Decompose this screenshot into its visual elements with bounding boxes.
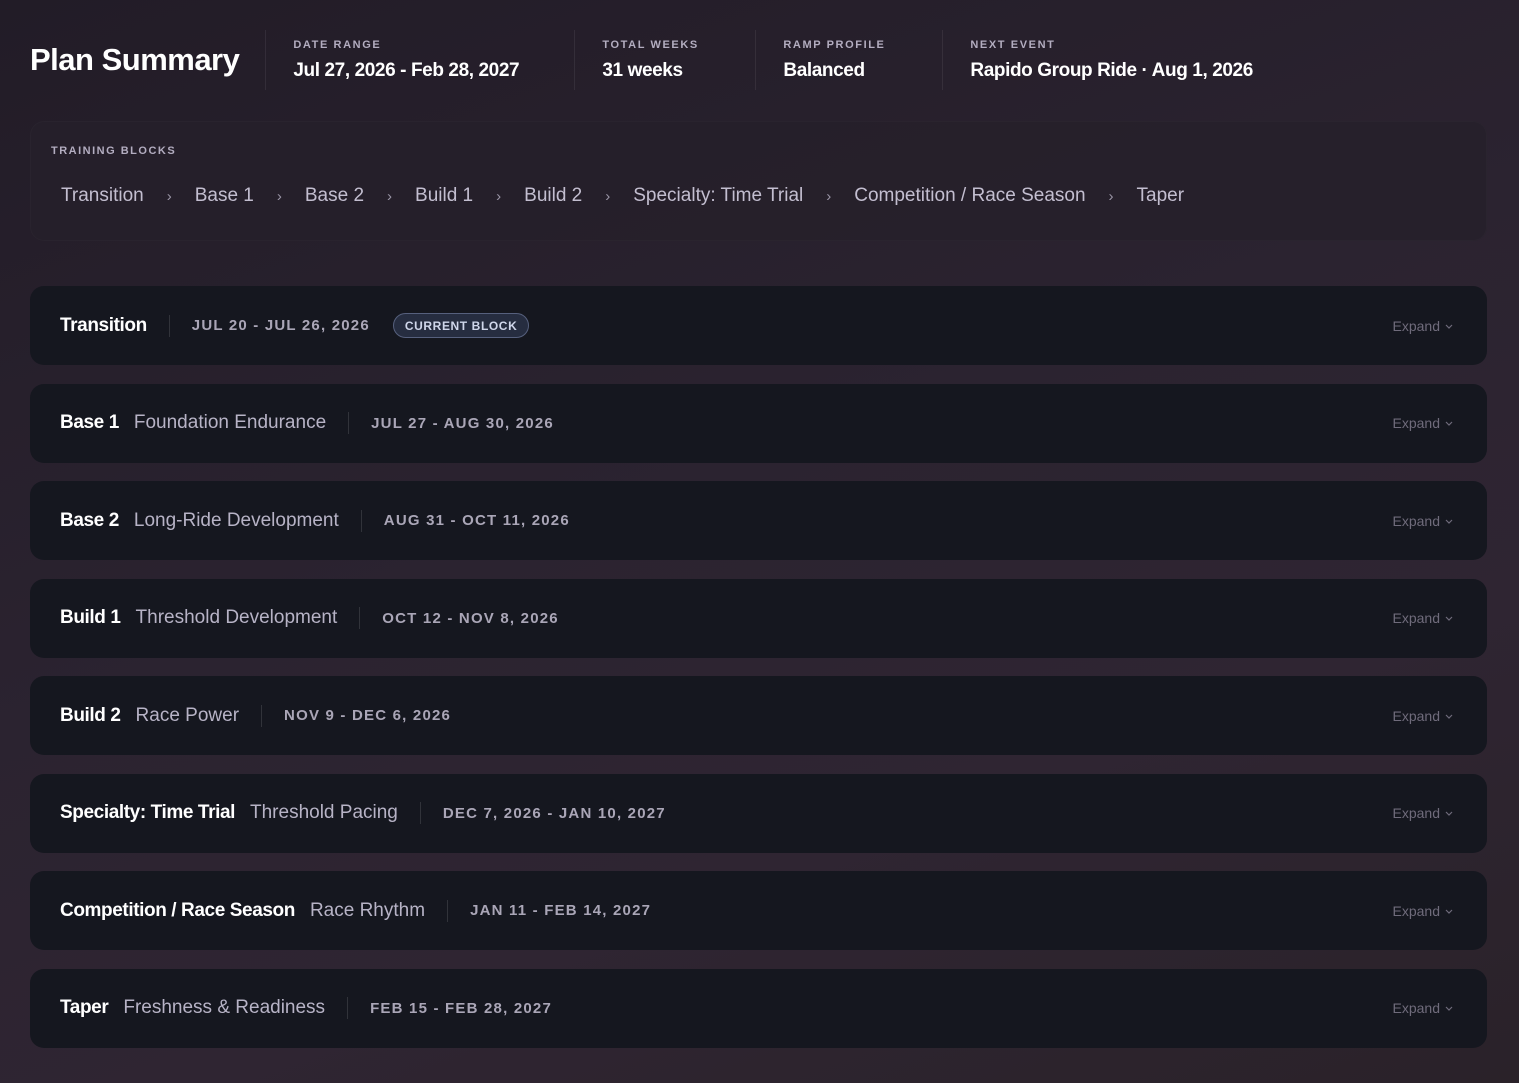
phase-subtitle: Race Power bbox=[135, 704, 240, 726]
stat-total-weeks: TOTAL WEEKS 31 weeks bbox=[574, 30, 728, 90]
stat-ramp-profile: RAMP PROFILE Balanced bbox=[755, 30, 915, 90]
phase-dates: FEB 15 - FEB 28, 2027 bbox=[370, 999, 553, 1017]
expand-button[interactable]: Expand bbox=[1393, 1000, 1454, 1016]
phase-name: Base 1 bbox=[60, 412, 119, 433]
phase-dates: NOV 9 - DEC 6, 2026 bbox=[284, 707, 452, 724]
chevron-right-icon: › bbox=[826, 187, 832, 205]
breadcrumb-item[interactable]: Base 1 bbox=[195, 185, 254, 207]
phase-name: Base 2 bbox=[60, 509, 119, 531]
stat-label: NEXT EVENT bbox=[970, 39, 1056, 51]
chevron-right-icon: › bbox=[605, 187, 611, 205]
page-title: Plan Summary bbox=[30, 42, 240, 77]
phase-name: Specialty: Time Trial bbox=[60, 802, 235, 823]
expand-button[interactable]: Expand bbox=[1393, 610, 1454, 626]
phase-subtitle: Foundation Endurance bbox=[133, 412, 327, 433]
expand-label: Expand bbox=[1392, 707, 1440, 724]
breadcrumb-item[interactable]: Competition / Race Season bbox=[854, 185, 1085, 207]
phase-dates: JAN 11 - FEB 14, 2027 bbox=[470, 902, 652, 919]
stat-value: 31 weeks bbox=[602, 60, 683, 81]
plan-summary-header: Plan Summary DATE RANGE Jul 27, 2026 - F… bbox=[30, 30, 1253, 90]
phase-row-specialty-time-trial[interactable]: Specialty: Time Trial Threshold Pacing D… bbox=[30, 773, 1487, 853]
training-blocks-breadcrumb: Transition › Base 1 › Base 2 › Build 1 ›… bbox=[61, 185, 1184, 207]
expand-button[interactable]: Expand bbox=[1393, 513, 1454, 529]
expand-label: Expand bbox=[1392, 415, 1440, 431]
divider bbox=[360, 509, 362, 532]
stat-value: Balanced bbox=[783, 60, 865, 81]
training-blocks-label: TRAINING BLOCKS bbox=[51, 145, 177, 157]
phase-row-taper[interactable]: Taper Freshness & Readiness FEB 15 - FEB… bbox=[30, 968, 1487, 1048]
breadcrumb-item[interactable]: Build 1 bbox=[415, 185, 473, 207]
phase-dates: JUL 27 - AUG 30, 2026 bbox=[371, 414, 554, 432]
divider bbox=[359, 607, 361, 629]
chevron-down-icon bbox=[1445, 324, 1453, 329]
stat-value: Jul 27, 2026 - Feb 28, 2027 bbox=[293, 60, 520, 81]
phase-dates: DEC 7, 2026 - JAN 10, 2027 bbox=[442, 804, 666, 822]
divider bbox=[168, 314, 170, 337]
expand-button[interactable]: Expand bbox=[1393, 415, 1454, 431]
phase-row-base-2[interactable]: Base 2 Long-Ride Development AUG 31 - OC… bbox=[30, 481, 1487, 560]
divider bbox=[447, 899, 449, 922]
expand-label: Expand bbox=[1392, 805, 1440, 821]
expand-label: Expand bbox=[1392, 512, 1440, 529]
chevron-down-icon bbox=[1445, 714, 1453, 719]
phase-row-build-1[interactable]: Build 1 Threshold Development OCT 12 - N… bbox=[30, 578, 1487, 658]
chevron-right-icon: › bbox=[496, 187, 502, 205]
phase-name: Build 2 bbox=[60, 704, 121, 726]
divider bbox=[348, 412, 350, 434]
phase-dates: AUG 31 - OCT 11, 2026 bbox=[383, 512, 570, 529]
expand-label: Expand bbox=[1392, 902, 1440, 919]
chevron-down-icon bbox=[1445, 1006, 1453, 1011]
phase-name: Transition bbox=[60, 314, 147, 336]
phase-name: Build 1 bbox=[60, 607, 121, 628]
current-block-badge: CURRENT BLOCK bbox=[392, 313, 530, 338]
stat-date-range: DATE RANGE Jul 27, 2026 - Feb 28, 2027 bbox=[265, 30, 547, 90]
divider bbox=[261, 704, 263, 727]
phase-row-base-1[interactable]: Base 1 Foundation Endurance JUL 27 - AUG… bbox=[30, 383, 1487, 463]
phase-row-transition[interactable]: Transition JUL 20 - JUL 26, 2026 CURRENT… bbox=[30, 286, 1487, 365]
divider bbox=[419, 802, 421, 824]
expand-button[interactable]: Expand bbox=[1393, 318, 1454, 334]
expand-button[interactable]: Expand bbox=[1393, 708, 1454, 724]
stat-next-event: NEXT EVENT Rapido Group Ride · Aug 1, 20… bbox=[942, 30, 1253, 90]
expand-label: Expand bbox=[1392, 610, 1440, 626]
chevron-right-icon: › bbox=[276, 187, 282, 205]
phase-row-build-2[interactable]: Build 2 Race Power NOV 9 - DEC 6, 2026 E… bbox=[30, 676, 1487, 755]
phase-row-competition[interactable]: Competition / Race Season Race Rhythm JA… bbox=[30, 871, 1487, 950]
phase-subtitle: Threshold Development bbox=[135, 607, 338, 628]
stat-label: RAMP PROFILE bbox=[783, 39, 886, 51]
breadcrumb-item[interactable]: Specialty: Time Trial bbox=[633, 185, 803, 207]
breadcrumb-item[interactable]: Base 2 bbox=[305, 185, 364, 207]
phase-subtitle: Freshness & Readiness bbox=[123, 997, 326, 1018]
stat-label: DATE RANGE bbox=[293, 39, 382, 51]
phase-dates: JUL 20 - JUL 26, 2026 bbox=[191, 317, 370, 334]
phase-dates: OCT 12 - NOV 8, 2026 bbox=[382, 609, 559, 627]
breadcrumb-item[interactable]: Taper bbox=[1137, 185, 1185, 207]
chevron-down-icon bbox=[1445, 616, 1453, 621]
expand-label: Expand bbox=[1392, 317, 1440, 334]
phase-name: Taper bbox=[60, 997, 109, 1018]
chevron-right-icon: › bbox=[166, 187, 172, 205]
phase-name: Competition / Race Season bbox=[60, 899, 295, 921]
stat-label: TOTAL WEEKS bbox=[602, 39, 699, 51]
phase-subtitle: Race Rhythm bbox=[309, 899, 426, 921]
training-blocks-card: TRAINING BLOCKS Transition › Base 1 › Ba… bbox=[30, 121, 1487, 241]
breadcrumb-item[interactable]: Transition bbox=[61, 185, 144, 207]
chevron-down-icon bbox=[1445, 811, 1453, 816]
phase-subtitle: Threshold Pacing bbox=[250, 802, 398, 823]
phase-list: Transition JUL 20 - JUL 26, 2026 CURRENT… bbox=[30, 286, 1487, 1066]
expand-label: Expand bbox=[1392, 1000, 1440, 1016]
chevron-right-icon: › bbox=[387, 187, 393, 205]
chevron-down-icon bbox=[1445, 421, 1453, 426]
expand-button[interactable]: Expand bbox=[1393, 805, 1454, 821]
divider bbox=[347, 997, 349, 1019]
chevron-right-icon: › bbox=[1108, 187, 1114, 205]
expand-button[interactable]: Expand bbox=[1393, 903, 1454, 919]
chevron-down-icon bbox=[1445, 909, 1453, 914]
breadcrumb-item[interactable]: Build 2 bbox=[524, 185, 582, 207]
stat-value: Rapido Group Ride · Aug 1, 2026 bbox=[970, 60, 1253, 81]
phase-subtitle: Long-Ride Development bbox=[133, 509, 339, 531]
chevron-down-icon bbox=[1445, 519, 1453, 524]
